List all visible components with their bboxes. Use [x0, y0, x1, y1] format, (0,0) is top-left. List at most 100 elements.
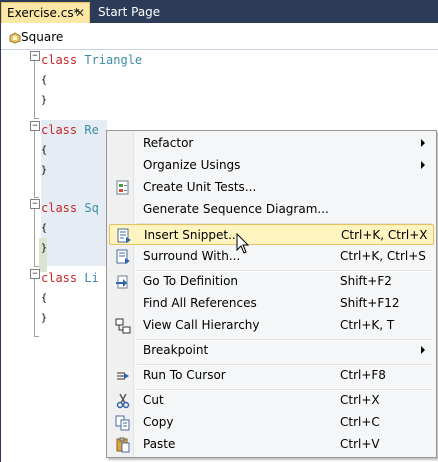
- close-brace: }: [41, 243, 48, 254]
- code-line: class Li: [41, 270, 99, 286]
- outline-tick: [34, 266, 39, 267]
- surround-icon: [116, 249, 130, 264]
- scissors-icon: [116, 393, 130, 409]
- keyword: class: [41, 53, 78, 67]
- code-line: class Re: [41, 122, 99, 138]
- menu-item-label: Cut: [143, 393, 164, 407]
- tab-label: Exercise.cs*: [7, 6, 80, 20]
- keyword: class: [41, 271, 78, 285]
- document-tab-strip: Exercise.cs* ✕ Start Page: [0, 0, 438, 23]
- menu-item-label: Generate Sequence Diagram...: [143, 202, 329, 216]
- outline-line: [34, 61, 35, 118]
- menu-item-shortcut: Ctrl+F8: [340, 368, 386, 382]
- submenu-arrow-icon: [421, 161, 425, 169]
- menu-item-run-to-cursor[interactable]: Run To Cursor Ctrl+F8: [109, 365, 434, 386]
- context-menu: Refactor Organize Usings Create Unit Tes…: [106, 130, 437, 458]
- code-line: }: [41, 161, 47, 177]
- menu-item-shortcut: Ctrl+K, T: [340, 318, 395, 332]
- menu-item-create-unit-tests[interactable]: Create Unit Tests...: [109, 177, 434, 198]
- open-brace: {: [41, 145, 48, 156]
- unit-test-icon: [116, 180, 129, 195]
- code-line: class Sq: [41, 200, 99, 216]
- run-to-cursor-icon: [117, 372, 129, 380]
- menu-item-shortcut: Ctrl+K, Ctrl+X: [341, 228, 428, 242]
- menu-item-view-call-hierarchy[interactable]: View Call Hierarchy Ctrl+K, T: [109, 315, 434, 336]
- menu-item-label: Paste: [143, 437, 176, 451]
- close-brace: }: [41, 95, 48, 106]
- mouse-pointer-icon: [236, 233, 250, 254]
- type-name: Li: [84, 271, 99, 285]
- go-to-definition-icon: [116, 275, 128, 289]
- menu-item-shortcut: Shift+F2: [340, 274, 392, 288]
- menu-item-shortcut: Ctrl+C: [340, 415, 380, 429]
- type-name: Re: [84, 123, 99, 137]
- code-line: {: [41, 219, 47, 235]
- code-line: {: [41, 71, 47, 87]
- menu-item-shortcut: Ctrl+K, Ctrl+S: [340, 249, 426, 263]
- collapse-toggle[interactable]: −: [30, 51, 40, 61]
- menu-item-shortcut: Ctrl+X: [340, 393, 380, 407]
- menu-item-copy[interactable]: Copy Ctrl+C: [109, 412, 434, 433]
- close-icon[interactable]: ✕: [75, 3, 85, 24]
- collapse-toggle[interactable]: −: [30, 269, 40, 279]
- tab-start-page[interactable]: Start Page: [93, 2, 165, 23]
- outline-line: [34, 131, 35, 197]
- menu-item-label: Copy: [143, 415, 174, 429]
- paste-icon: [116, 437, 130, 453]
- menu-item-organize-usings[interactable]: Organize Usings: [109, 155, 434, 176]
- code-line: }: [41, 91, 47, 107]
- menu-item-label: Insert Snippet...: [144, 228, 240, 242]
- outline-tick: [34, 336, 39, 337]
- close-brace: }: [41, 313, 48, 324]
- menu-item-generate-sequence-diagram[interactable]: Generate Sequence Diagram...: [109, 199, 434, 220]
- menu-item-paste[interactable]: Paste Ctrl+V: [109, 434, 434, 455]
- menu-item-breakpoint[interactable]: Breakpoint: [109, 340, 434, 361]
- menu-item-label: View Call Hierarchy: [143, 318, 260, 332]
- keyword: class: [41, 201, 78, 215]
- submenu-arrow-icon: [421, 139, 425, 147]
- open-brace: {: [41, 223, 48, 234]
- type-name: Triangle: [84, 53, 143, 67]
- type-name: Sq: [84, 201, 99, 215]
- code-line: }: [41, 309, 47, 325]
- menu-item-surround-with[interactable]: Surround With... Ctrl+K, Ctrl+S: [109, 246, 434, 267]
- menu-item-shortcut: Ctrl+V: [340, 437, 380, 451]
- menu-item-label: Breakpoint: [143, 343, 209, 357]
- menu-item-refactor[interactable]: Refactor: [109, 133, 434, 154]
- menu-item-label: Refactor: [143, 136, 194, 150]
- tab-label: Start Page: [98, 5, 161, 19]
- menu-item-label: Find All References: [143, 296, 257, 310]
- code-line: class Triangle: [41, 52, 142, 68]
- menu-item-label: Surround With...: [143, 249, 241, 263]
- collapse-toggle[interactable]: −: [30, 121, 40, 131]
- outline-line: [34, 279, 35, 336]
- type-dropdown-label: Square: [21, 30, 64, 44]
- open-brace: {: [41, 293, 48, 304]
- code-line: {: [41, 141, 47, 157]
- outline-tick: [34, 197, 39, 198]
- copy-icon: [115, 415, 130, 431]
- code-line: {: [41, 289, 47, 305]
- menu-item-label: Run To Cursor: [143, 368, 226, 382]
- tab-exercise-cs[interactable]: Exercise.cs* ✕: [1, 2, 90, 23]
- outline-tick: [34, 118, 39, 119]
- menu-item-cut[interactable]: Cut Ctrl+X: [109, 390, 434, 411]
- call-hierarchy-icon: [115, 318, 131, 334]
- type-navigation-bar[interactable]: Square: [1, 27, 438, 50]
- code-line: }: [41, 239, 47, 255]
- collapse-toggle[interactable]: −: [30, 199, 40, 209]
- class-icon: [9, 32, 21, 44]
- menu-item-label: Create Unit Tests...: [143, 180, 257, 194]
- menu-item-label: Go To Definition: [143, 274, 239, 288]
- keyword: class: [41, 123, 78, 137]
- submenu-arrow-icon: [421, 346, 425, 354]
- outline-line: [34, 209, 35, 266]
- menu-item-shortcut: Shift+F12: [340, 296, 400, 310]
- menu-item-insert-snippet[interactable]: Insert Snippet... Ctrl+K, Ctrl+X: [109, 224, 434, 245]
- menu-item-label: Organize Usings: [143, 158, 241, 172]
- snippet-icon: [117, 228, 131, 243]
- open-brace: {: [41, 75, 48, 86]
- menu-item-go-to-definition[interactable]: Go To Definition Shift+F2: [109, 271, 434, 292]
- menu-item-find-all-references[interactable]: Find All References Shift+F12: [109, 293, 434, 314]
- close-brace: }: [41, 165, 48, 176]
